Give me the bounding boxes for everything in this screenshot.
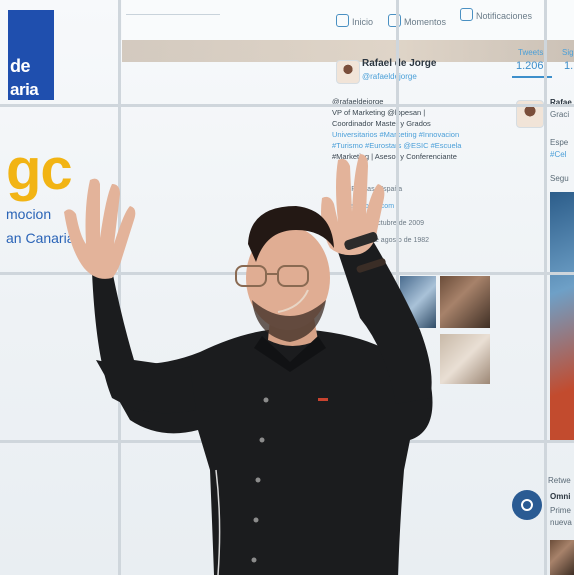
speaker-figure: [64, 154, 433, 575]
left-hand: [64, 178, 136, 279]
presentation-photo: de aria gc mocion an Canaria Inicio Mome…: [0, 0, 574, 575]
shirt-label: [318, 398, 328, 401]
left-arm: [92, 270, 196, 414]
